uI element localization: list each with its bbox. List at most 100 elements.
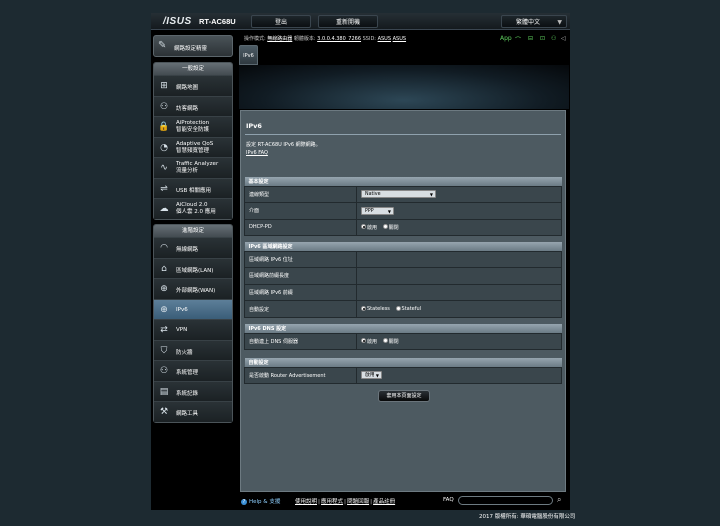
wireless-icon: ◠: [160, 243, 168, 253]
dns-disable-radio[interactable]: [382, 338, 388, 344]
operation-mode-link[interactable]: 無線路由器: [267, 36, 292, 42]
dhcp-pd-label: DHCP-PD: [244, 218, 357, 237]
router-advertisement-value: 啟用: [365, 373, 375, 379]
banner-background: [239, 65, 569, 109]
sidebar-item-label: 無線網路: [176, 247, 199, 253]
sidebar-item-lan[interactable]: ⌂ 區域網路(LAN): [154, 257, 232, 278]
sidebar-item-aicloud[interactable]: ☁ AiCloud 2.0 個人雲 2.0 應用: [154, 198, 232, 219]
lan-icon: ⌂: [161, 263, 167, 274]
sidebar-item-firewall[interactable]: ⛉ 防火牆: [154, 339, 232, 360]
logout-button[interactable]: 登出: [251, 15, 311, 28]
firewall-icon: ⛉: [160, 345, 168, 356]
sidebar-item-traffic-analyzer[interactable]: ∿ Traffic Analyzer 流量分析: [154, 157, 232, 178]
top-bar: /ISUS RT-AC68U 登出 重新開機 繁體中文 ▼: [151, 13, 570, 30]
dns-auto-label: 自動連上 DNS 伺服器: [244, 332, 357, 351]
footer-link-feedback[interactable]: 問題回報: [347, 499, 369, 505]
lan-ipv6-address-label: 區域網路 IPv6 位址: [244, 250, 357, 269]
dhcp-pd-disable-radio[interactable]: [382, 224, 388, 230]
reboot-button[interactable]: 重新開機: [318, 15, 378, 28]
advanced-menu-group: 進階設定 ◠ 無線網路 ⌂ 區域網路(LAN) ⊕ 外部網路(WAN) ⊕ IPv6 ⇄ VPN ⛉…: [153, 224, 233, 423]
apply-button[interactable]: 套用本頁面設定: [378, 390, 430, 402]
router-admin-frame: /ISUS RT-AC68U 登出 重新開機 繁體中文 ▼ ✎ 網路設定精靈 一…: [151, 13, 570, 510]
sidebar-item-qos[interactable]: ◔ Adaptive QoS 智慧頻寬管理: [154, 136, 232, 157]
lan-prefix-length-value: [356, 267, 562, 285]
table-row: 自動連上 DNS 伺服器 啟用 關閉: [244, 332, 562, 351]
router-advertisement-select[interactable]: 啟用 ▼: [361, 371, 382, 380]
sidebar-item-aiprotection[interactable]: 🔒 AiProtection 智能安全防護: [154, 116, 232, 137]
lan-ipv6-address-value: [356, 250, 562, 269]
faq-label: FAQ: [443, 497, 454, 503]
help-support-link[interactable]: ? Help & 支援: [241, 497, 280, 505]
lan-ipv6-prefix-value: [356, 283, 562, 302]
dns-enable-radio[interactable]: [361, 338, 366, 344]
app-link[interactable]: App: [500, 35, 512, 42]
table-row: 連線類型 Native ▼: [244, 185, 562, 204]
faq-search-input[interactable]: [458, 496, 553, 505]
sidebar-item-network-map[interactable]: ⊞ 網路地圖: [154, 75, 232, 96]
section-header: IPv6 DNS 設定: [244, 324, 562, 333]
sidebar-item-wan[interactable]: ⊕ 外部網路(WAN): [154, 278, 232, 299]
footer-link-registration[interactable]: 產品註冊: [373, 499, 395, 505]
sidebar-item-label: 區域網路(LAN): [176, 267, 214, 274]
basic-config-table: 基本設定 連線類型 Native ▼ 介面 PPP ▼ DHCP-PD 啟用 關…: [244, 177, 562, 237]
stateless-radio[interactable]: [361, 305, 366, 311]
asus-logo[interactable]: /ISUS: [163, 16, 192, 27]
sidebar-item-guest-network[interactable]: ⚇ 訪客網路: [154, 95, 232, 116]
search-icon[interactable]: ⌕: [557, 495, 561, 505]
quick-setup-label: 網路設定精靈: [174, 46, 208, 52]
connection-type-label: 連線類型: [244, 185, 357, 204]
sidebar-item-vpn[interactable]: ⇄ VPN: [154, 319, 232, 340]
chevron-down-icon: ▼: [429, 192, 433, 198]
ipv6-faq-link[interactable]: IPv6 FAQ: [246, 150, 268, 156]
sidebar-item-label: Adaptive QoS: [176, 140, 214, 147]
interface-select[interactable]: PPP ▼: [361, 206, 394, 215]
sidebar-item-system-log[interactable]: ▤ 系統記錄: [154, 380, 232, 401]
page-title: IPv6: [246, 122, 262, 130]
sidebar-item-wireless[interactable]: ◠ 無線網路: [154, 237, 232, 258]
sidebar-item-label: 外部網路(WAN): [176, 288, 216, 294]
clients-status-icon[interactable]: ⚇: [551, 35, 556, 42]
autoconf-label: 自動設定: [244, 300, 357, 318]
connection-type-select[interactable]: Native ▼: [361, 190, 436, 199]
sidebar-item-network-tools[interactable]: ⚒ 網路工具: [154, 401, 232, 422]
stateful-radio[interactable]: [395, 305, 401, 311]
administration-icon: ⚇: [159, 366, 169, 376]
section-header: IPv6 區域網路設定: [244, 242, 562, 251]
sidebar-item-label: AiProtection: [176, 120, 210, 126]
sidebar-item-ipv6[interactable]: ⊕ IPv6: [154, 298, 232, 319]
advanced-menu-title: 進階設定: [154, 225, 232, 237]
wan-status-icon[interactable]: ⊟: [528, 35, 533, 42]
footer: ? Help & 支援 使用說明|應用程式|問題回報|產品註冊 FAQ ⌕: [239, 495, 569, 507]
tab-ipv6[interactable]: IPv6: [239, 45, 258, 65]
footer-link-utility[interactable]: 應用程式: [321, 499, 343, 505]
quick-setup-button[interactable]: ✎ 網路設定精靈: [153, 35, 233, 57]
sidebar-item-administration[interactable]: ⚇ 系統管理: [154, 360, 232, 381]
tab-strip: IPv6: [239, 45, 569, 65]
title-divider: [245, 134, 561, 135]
table-row: 區域網路前綴長度: [244, 267, 562, 285]
footer-link-manual[interactable]: 使用說明: [295, 499, 317, 505]
ipv6-panel: IPv6 設定 RT-AC68U IPv6 網際網路。 IPv6 FAQ 基本設…: [240, 110, 566, 492]
usb-status-icon[interactable]: ⊡: [540, 35, 545, 42]
sidebar-item-usb[interactable]: ⇌ USB 相關應用: [154, 177, 232, 198]
ssid-label: SSID:: [362, 36, 376, 42]
help-support-label: Help & 支援: [249, 499, 281, 505]
vpn-icon: ⇄: [160, 325, 168, 335]
notification-icon[interactable]: ◁: [561, 35, 566, 42]
dns-enable-label: 啟用: [367, 338, 378, 345]
dhcp-pd-enable-label: 啟用: [367, 224, 378, 231]
firmware-link[interactable]: 3.0.0.4.380_7266: [317, 36, 361, 42]
chevron-down-icon: ▼: [375, 373, 379, 379]
dns-config-table: IPv6 DNS 設定 自動連上 DNS 伺服器 啟用 關閉: [244, 324, 562, 351]
status-icons: App ⌒ ⊟ ⊡ ⚇ ◁: [497, 35, 569, 44]
magic-wand-icon: ✎: [158, 40, 167, 51]
internet-status-icon[interactable]: ⌒: [515, 35, 521, 44]
sidebar-item-label: Traffic Analyzer: [176, 161, 219, 167]
sidebar-item-label: 系統管理: [176, 370, 199, 376]
sidebar-item-label: VPN: [176, 327, 188, 333]
language-select[interactable]: 繁體中文 ▼: [501, 15, 567, 28]
sidebar-item-label: 訪客網路: [176, 105, 199, 112]
dhcp-pd-enable-radio[interactable]: [361, 224, 366, 230]
router-advertisement-label: 是否啟動 Router Advertisement: [244, 366, 357, 385]
qos-icon: ◔: [160, 142, 168, 153]
